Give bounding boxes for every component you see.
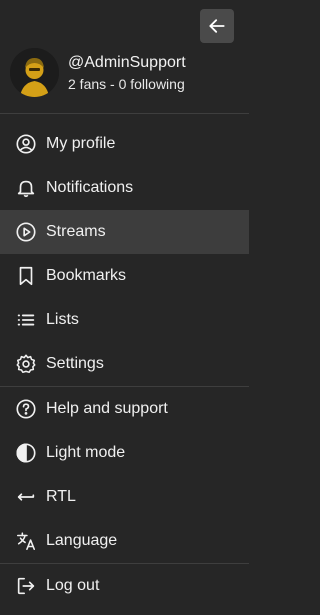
menu-item-my-profile[interactable]: My profile <box>0 122 249 166</box>
menu-item-label: Streams <box>46 223 106 240</box>
menu-item-label: Bookmarks <box>46 267 127 284</box>
menu-item-label: Light mode <box>46 444 126 461</box>
menu-item-settings[interactable]: Settings <box>0 342 249 386</box>
bookmark-icon <box>15 265 37 287</box>
logout-icon <box>15 575 37 597</box>
user-profile-summary: @AdminSupport 2 fans - 0 following <box>10 48 186 97</box>
secondary-menu: Help and support Light mode RTL Language <box>0 387 249 563</box>
return-arrow-icon <box>15 486 37 508</box>
user-avatar-icon <box>10 48 59 97</box>
menu-item-label: Notifications <box>46 179 134 196</box>
menu-item-log-out[interactable]: Log out <box>0 564 249 608</box>
list-icon <box>15 309 37 331</box>
avatar[interactable] <box>10 48 59 97</box>
arrow-left-icon <box>209 19 225 33</box>
translate-icon <box>15 530 37 552</box>
half-circle-icon <box>15 442 37 464</box>
menu-item-streams[interactable]: Streams <box>0 210 249 254</box>
menu-item-notifications[interactable]: Notifications <box>0 166 249 210</box>
menu-item-label: Log out <box>46 577 100 594</box>
menu-item-label: Settings <box>46 355 104 372</box>
bell-icon <box>15 177 37 199</box>
menu-item-light-mode[interactable]: Light mode <box>0 431 249 475</box>
sidebar-menu-panel: @AdminSupport 2 fans - 0 following My pr… <box>0 0 249 615</box>
user-stats: 2 fans - 0 following <box>68 75 185 92</box>
menu-item-language[interactable]: Language <box>0 519 249 563</box>
primary-menu: My profile Notifications Streams Bookmar… <box>0 122 249 386</box>
menu-item-help-and-support[interactable]: Help and support <box>0 387 249 431</box>
footer-menu: Log out <box>0 564 249 608</box>
gear-icon <box>15 353 37 375</box>
user-circle-icon <box>15 133 37 155</box>
menu-item-label: My profile <box>46 135 116 152</box>
back-button[interactable] <box>200 9 234 43</box>
menu-item-label: Help and support <box>46 400 168 417</box>
play-circle-icon <box>15 221 37 243</box>
menu-item-rtl[interactable]: RTL <box>0 475 249 519</box>
menu-item-bookmarks[interactable]: Bookmarks <box>0 254 249 298</box>
question-circle-icon <box>15 398 37 420</box>
menu-item-lists[interactable]: Lists <box>0 298 249 342</box>
user-info: @AdminSupport 2 fans - 0 following <box>68 52 186 94</box>
menu-item-label: Language <box>46 532 118 549</box>
menu-item-label: Lists <box>46 311 79 328</box>
menu-item-label: RTL <box>46 488 76 505</box>
divider <box>0 113 249 114</box>
user-handle[interactable]: @AdminSupport <box>68 52 186 74</box>
